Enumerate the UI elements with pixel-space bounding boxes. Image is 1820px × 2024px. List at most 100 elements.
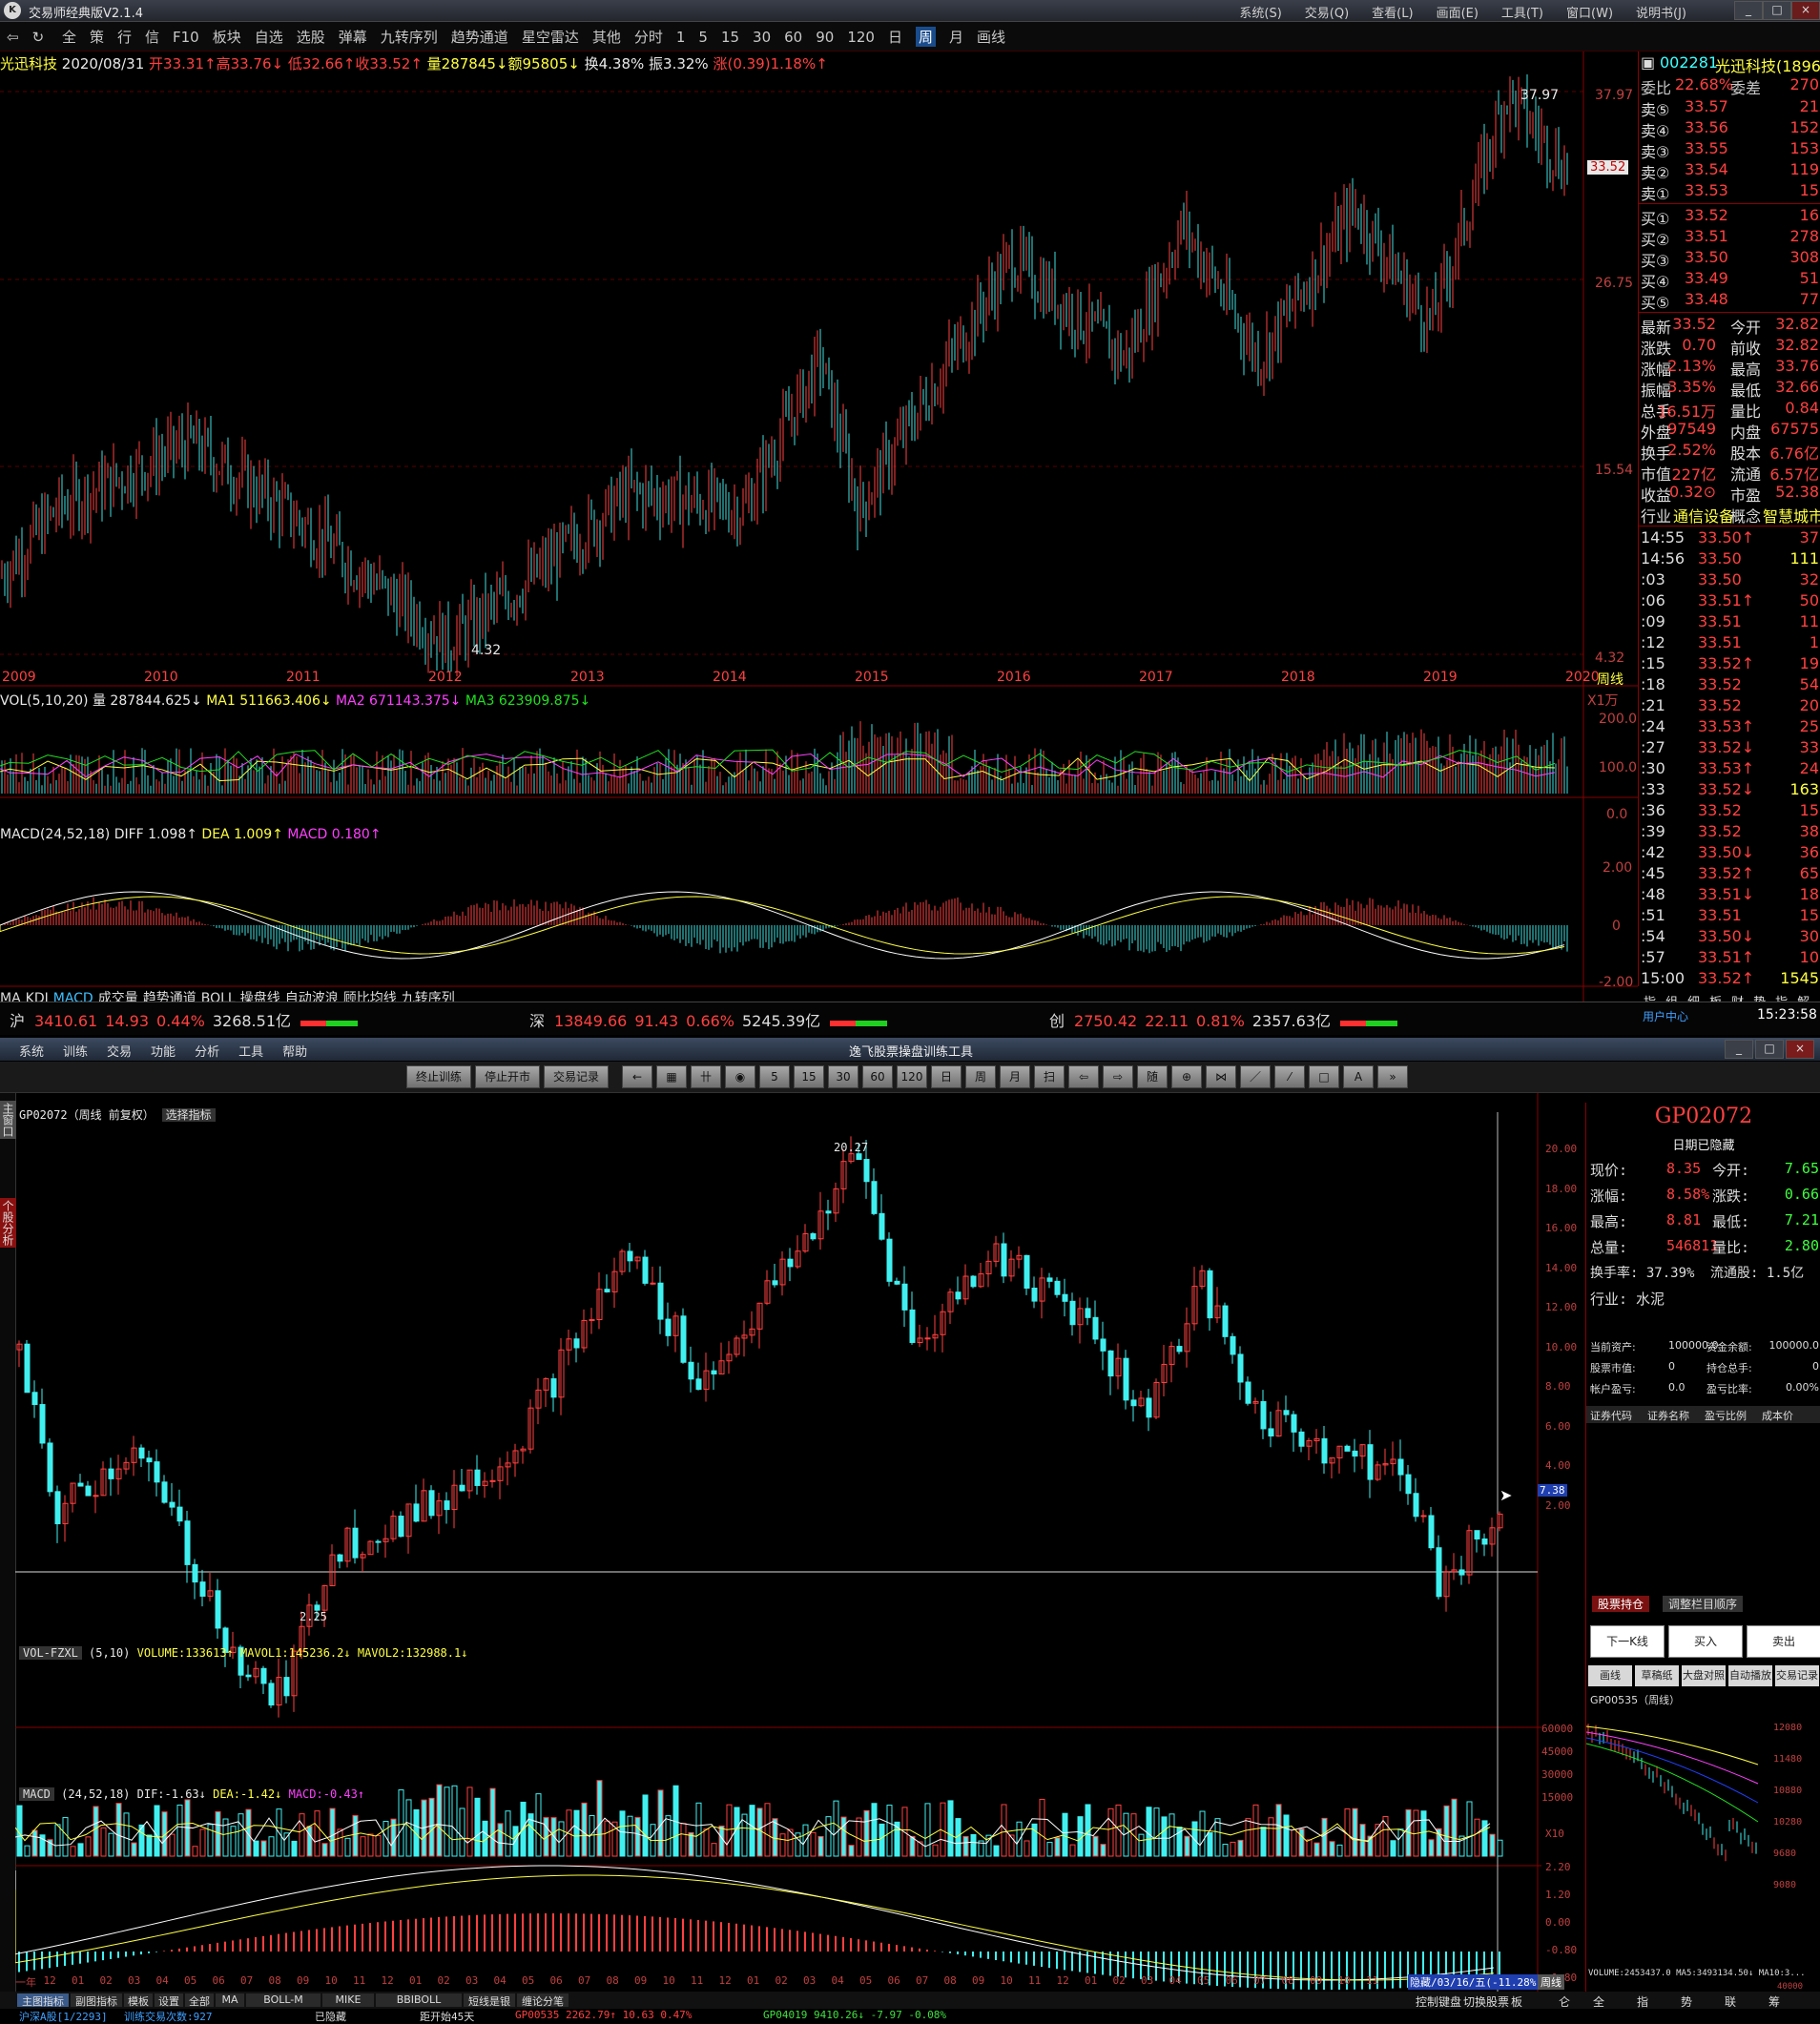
- holdings-col[interactable]: 盈亏比例: [1705, 1408, 1747, 1423]
- tool-icon[interactable]: ←: [622, 1065, 652, 1088]
- close-button[interactable]: ×: [1791, 1, 1820, 20]
- period-button[interactable]: 15: [794, 1065, 824, 1088]
- holdings-col[interactable]: 成本价: [1762, 1408, 1793, 1423]
- toolbar-item[interactable]: 行: [117, 27, 132, 47]
- toolbar-item[interactable]: F10: [173, 29, 199, 46]
- toolbar-item[interactable]: 分时: [634, 27, 663, 47]
- holdings-col[interactable]: 证券代码: [1590, 1408, 1632, 1423]
- macd2-select-dropdown[interactable]: MACD: [19, 1787, 54, 1801]
- func-button[interactable]: 自动播放: [1728, 1665, 1772, 1686]
- period-button[interactable]: 日: [931, 1065, 962, 1088]
- toolbar-item[interactable]: 星空雷达: [522, 27, 579, 47]
- training-close-button[interactable]: ×: [1786, 1040, 1814, 1059]
- minimize-button[interactable]: _: [1734, 1, 1763, 20]
- bottom-tab[interactable]: BBIBOLL: [376, 1993, 462, 2007]
- menu-item[interactable]: 工具(T): [1501, 7, 1543, 21]
- bottom-tab[interactable]: BOLL-M: [246, 1993, 321, 2007]
- toolbar-item[interactable]: 信: [145, 27, 159, 47]
- user-center-link[interactable]: 用户中心: [1643, 1008, 1688, 1024]
- bottom-tab[interactable]: 全部: [185, 1993, 214, 2008]
- draw-tool-icon[interactable]: □: [1309, 1065, 1339, 1088]
- training-maximize-button[interactable]: □: [1755, 1040, 1784, 1059]
- func-button[interactable]: 大盘对照: [1682, 1665, 1726, 1686]
- bottom-tab[interactable]: 短线是银: [464, 1993, 515, 2008]
- bottom-right-tab[interactable]: 切换股票: [1463, 1993, 1509, 2010]
- buy-row[interactable]: 买③ 33.50 308: [1639, 248, 1820, 270]
- side-tab-analysis[interactable]: 个股分析: [0, 1198, 16, 1248]
- buy-row[interactable]: 买⑤ 33.48 77: [1639, 290, 1820, 312]
- index-cy[interactable]: 创 2750.42 22.11 0.81% 2357.63亿: [1049, 1008, 1397, 1031]
- training-button[interactable]: 交易记录: [544, 1065, 609, 1088]
- toolbar-item[interactable]: 板块: [213, 27, 241, 47]
- toolbar-item[interactable]: 周: [915, 27, 936, 47]
- bottom-tab[interactable]: MA: [216, 1993, 244, 2007]
- bottom-right-tab[interactable]: 仑: [1559, 1993, 1570, 2010]
- toolbar-item[interactable]: 月: [949, 27, 963, 47]
- side-tab-main[interactable]: 主窗口: [0, 1101, 16, 1139]
- tool-icon[interactable]: ▦: [656, 1065, 687, 1088]
- sell-row[interactable]: 卖① 33.53 15: [1639, 181, 1820, 203]
- tool-icon[interactable]: 卄: [691, 1065, 721, 1088]
- concept-value[interactable]: 智慧城市: [1763, 504, 1820, 527]
- sell-row[interactable]: 卖② 33.54 119: [1639, 160, 1820, 182]
- toolbar-item[interactable]: 1: [676, 29, 686, 46]
- mini-chart[interactable]: [1586, 1707, 1768, 1993]
- training-menu-item[interactable]: 分析: [195, 1045, 219, 1060]
- index-sz[interactable]: 深 13849.66 91.43 0.66% 5245.39亿: [529, 1008, 888, 1031]
- toolbar-item[interactable]: 5: [698, 29, 708, 46]
- sell-row[interactable]: 卖⑤ 33.57 21: [1639, 97, 1820, 119]
- toolbar-item[interactable]: 日: [888, 27, 902, 47]
- training-button[interactable]: 终止训练: [406, 1065, 471, 1088]
- training-button[interactable]: 停止开市: [475, 1065, 540, 1088]
- toolbar-item[interactable]: 120: [847, 29, 875, 46]
- industry-value[interactable]: 通信设备: [1673, 504, 1734, 527]
- buy-row[interactable]: 买① 33.52 16: [1639, 206, 1820, 228]
- toolbar-item[interactable]: 30: [753, 29, 771, 46]
- draw-tool-icon[interactable]: »: [1377, 1065, 1408, 1088]
- menu-item[interactable]: 交易(Q): [1305, 7, 1349, 21]
- trade-button[interactable]: 买入: [1668, 1625, 1743, 1658]
- training-chart-area[interactable]: [15, 1093, 1585, 1994]
- index-sh[interactable]: 沪 3410.61 14.93 0.44% 3268.51亿: [10, 1008, 358, 1031]
- trade-button[interactable]: 卖出: [1747, 1625, 1820, 1658]
- func-button[interactable]: 草稿纸: [1635, 1665, 1679, 1686]
- toolbar-item[interactable]: 60: [784, 29, 802, 46]
- period-button[interactable]: 月: [1000, 1065, 1030, 1088]
- rp-bottom-tab[interactable]: 指: [1637, 1993, 1648, 2010]
- back-icon[interactable]: ⇦: [7, 29, 19, 46]
- rp-bottom-tab[interactable]: 全: [1593, 1993, 1604, 2010]
- rp-bottom-tab[interactable]: 势: [1681, 1993, 1692, 2010]
- menu-item[interactable]: 窗口(W): [1566, 7, 1613, 21]
- period-button[interactable]: 扫: [1034, 1065, 1065, 1088]
- toolbar-item[interactable]: 弹幕: [339, 27, 367, 47]
- training-menu-item[interactable]: 功能: [151, 1045, 176, 1060]
- buy-row[interactable]: 买② 33.51 278: [1639, 227, 1820, 249]
- quote-settings-icon[interactable]: ▣: [1641, 53, 1655, 72]
- period-button[interactable]: 60: [862, 1065, 893, 1088]
- toolbar-item[interactable]: 全: [62, 27, 76, 47]
- menu-item[interactable]: 系统(S): [1239, 7, 1281, 21]
- bottom-tab[interactable]: 设置: [155, 1993, 183, 2008]
- trade-button[interactable]: 下一K线: [1590, 1625, 1665, 1658]
- menu-item[interactable]: 说明书(J): [1636, 7, 1686, 21]
- holdings-tab-positions[interactable]: 股票持仓: [1592, 1596, 1650, 1612]
- maximize-button[interactable]: □: [1763, 1, 1791, 20]
- training-menu-item[interactable]: 训练: [63, 1045, 88, 1060]
- rp-bottom-tab[interactable]: 联: [1725, 1993, 1736, 2010]
- toolbar-item[interactable]: 画线: [977, 27, 1005, 47]
- training-menu-item[interactable]: 工具: [238, 1045, 263, 1060]
- func-button[interactable]: 交易记录: [1775, 1665, 1819, 1686]
- toolbar-item[interactable]: 90: [816, 29, 834, 46]
- buy-row[interactable]: 买④ 33.49 51: [1639, 269, 1820, 291]
- bottom-tab[interactable]: MIKE: [322, 1993, 374, 2007]
- training-menu-item[interactable]: 系统: [19, 1045, 44, 1060]
- draw-tool-icon[interactable]: ⇨: [1103, 1065, 1133, 1088]
- toolbar-item[interactable]: 趋势通道: [451, 27, 508, 47]
- draw-tool-icon[interactable]: ⁄: [1274, 1065, 1305, 1088]
- draw-tool-icon[interactable]: ／: [1240, 1065, 1271, 1088]
- bottom-tab[interactable]: 主图指标: [17, 1993, 69, 2008]
- sell-row[interactable]: 卖③ 33.55 153: [1639, 139, 1820, 161]
- toolbar-item[interactable]: 自选: [255, 27, 283, 47]
- holdings-col[interactable]: 证券名称: [1647, 1408, 1689, 1423]
- training-menu-item[interactable]: 帮助: [282, 1045, 307, 1060]
